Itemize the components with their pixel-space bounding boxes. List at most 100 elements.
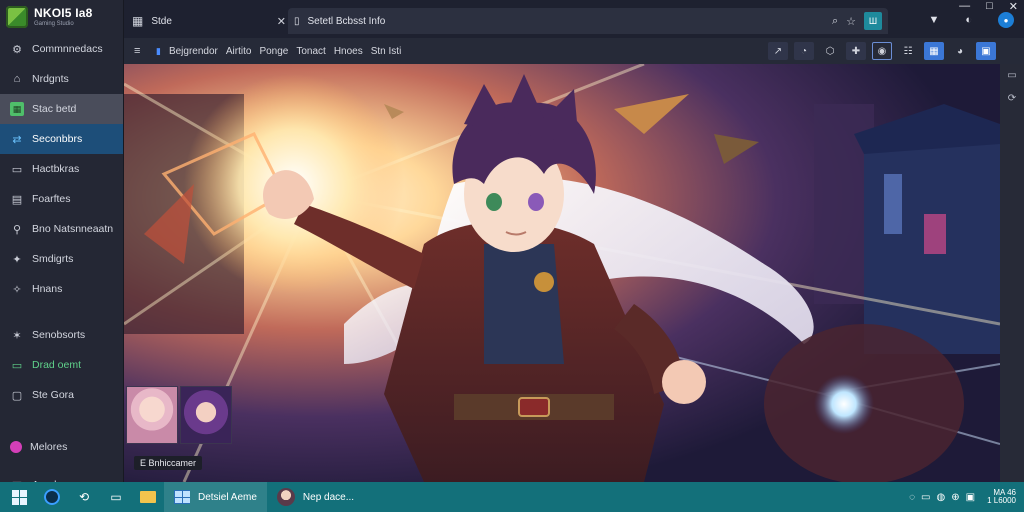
taskbar-app-2[interactable]: ⟲ — [68, 482, 100, 512]
network-icon[interactable]: ◌ — [909, 492, 915, 503]
gear-icon: ⚙ — [12, 43, 22, 56]
monitor-icon: ▭ — [11, 359, 23, 372]
tool-icon: ✦ — [12, 253, 22, 266]
chat-icon: ▭ — [110, 490, 122, 504]
taskbar-app-4[interactable] — [132, 482, 164, 512]
wrench-icon: ✧ — [12, 283, 22, 296]
sidebar-item-label: Foarftes — [32, 193, 71, 205]
tab-1[interactable]: ▦ Stde ✕ — [128, 8, 288, 34]
panel-icon[interactable]: ▣ — [976, 42, 996, 60]
bookmark-item[interactable]: Tonact — [296, 46, 325, 57]
grid-icon: ▦ — [132, 14, 144, 28]
sidebar-toggle-icon[interactable]: ▭ — [1007, 70, 1016, 81]
window-controls: — □ ✕ — [959, 0, 1018, 13]
sidebar-item-9[interactable]: ✶ Senobsorts — [0, 320, 123, 350]
taskbar-window-2[interactable]: Nep dace... — [267, 482, 364, 512]
bookmark-item[interactable]: Ponge — [259, 46, 288, 57]
clock[interactable]: MA 46 1 L6000 — [987, 488, 1016, 506]
thumbnail-2[interactable] — [180, 386, 232, 444]
chart-icon[interactable]: ◕ — [950, 42, 970, 60]
sidebar-item-label: Bno Natsnneaatn — [32, 223, 114, 235]
tile-icon: ▦ — [10, 102, 24, 116]
hexagon-icon[interactable]: ⬡ — [820, 42, 840, 60]
close-icon[interactable]: ✕ — [1009, 0, 1018, 13]
layout-icon[interactable]: ▦ — [924, 42, 944, 60]
sidebar-item-7[interactable]: ✦ Smdigrts — [0, 244, 123, 274]
refresh-icon: ⟲ — [78, 490, 90, 504]
right-strip: ▭ ⟳ — [1000, 64, 1024, 482]
bookmark-item[interactable]: Stn Isti — [371, 46, 402, 57]
download-icon[interactable]: ▼ — [928, 14, 939, 26]
sidebar-item-4[interactable]: ▭ Hactbkras — [0, 154, 123, 184]
brand-title: NKOI5 Ia8 — [34, 6, 93, 20]
link-icon: ⚲ — [12, 223, 22, 236]
app-logo-icon — [6, 6, 28, 28]
sidebar-spacer — [0, 462, 123, 470]
sidebar-item-5[interactable]: ▤ Foarftes — [0, 184, 123, 214]
search-icon[interactable]: ⌕ — [832, 15, 838, 28]
app-window-icon — [174, 490, 190, 504]
taskbar-window-1[interactable]: Detsiel Aeme — [164, 482, 267, 512]
sidebar-item-2[interactable]: ▦ Stac betd — [0, 94, 123, 124]
volume-icon[interactable]: ◍ — [937, 492, 946, 503]
extension-icon[interactable]: Ш — [864, 12, 882, 30]
brand[interactable]: NKOI5 Ia8 Gaming Studio — [0, 0, 123, 34]
refresh-icon[interactable]: ⟳ — [1008, 93, 1016, 104]
sidebar-item-0[interactable]: ⚙ Commnnedacs — [0, 34, 123, 64]
star-icon[interactable]: ☆ — [846, 15, 856, 28]
sidebar-item-8[interactable]: ✧ Hnans — [0, 274, 123, 304]
battery-icon[interactable]: ▣ — [966, 492, 975, 503]
shield-icon[interactable]: ◐ — [965, 14, 972, 26]
plus-icon[interactable]: ✚ — [846, 42, 866, 60]
bookmark-item[interactable]: Bejgrendor — [169, 46, 218, 57]
sidebar-item-6[interactable]: ⚲ Bno Natsnneaatn — [0, 214, 123, 244]
maximize-icon[interactable]: □ — [986, 0, 993, 12]
sidebar-item-1[interactable]: ⌂ Nrdgnts — [0, 64, 123, 94]
bookmarks-toolbar: ≡ ▮ Bejgrendor Airtito Ponge Tonact Hnoe… — [124, 38, 1024, 64]
profile-icon[interactable]: ● — [998, 12, 1014, 28]
sidebar-item-label: Senobsorts — [32, 329, 86, 341]
close-icon[interactable]: ✕ — [277, 15, 286, 28]
sidebar-item-10[interactable]: ▭ Drad oemt — [0, 350, 123, 380]
target-icon[interactable]: ◉ — [872, 42, 892, 60]
taskbar-app-3[interactable]: ▭ — [100, 482, 132, 512]
sidebar-item-label: Hnans — [32, 283, 63, 295]
start-button[interactable] — [2, 482, 36, 512]
thumbnail-1[interactable] — [126, 386, 178, 444]
sidebar-spacer — [0, 410, 123, 432]
brand-subtitle: Gaming Studio — [34, 21, 74, 27]
home-icon: ⌂ — [13, 73, 21, 85]
taskbar-window-label: Detsiel Aeme — [198, 491, 257, 503]
window-icon: ▢ — [11, 389, 23, 402]
display-icon[interactable]: ▭ — [921, 492, 930, 503]
taskbar: ⟲ ▭ Detsiel Aeme Nep dace... ◌ ▭ ◍ ⊕ ▣ M… — [0, 482, 1024, 512]
sidebar-item-11[interactable]: ▢ Ste Gora — [0, 380, 123, 410]
taskbar-window-label: Nep dace... — [302, 491, 355, 503]
sidebar-item-label: Hactbkras — [32, 163, 80, 175]
sidebar-item-12[interactable]: Melores — [0, 432, 123, 462]
menu-icon[interactable]: ≡ — [134, 45, 152, 57]
folder-icon: ▭ — [11, 163, 23, 176]
sidebar-item-label: Seconbbrs — [32, 133, 83, 145]
folder-icon — [140, 491, 156, 503]
sidebar-item-3[interactable]: ⇄ Seconbbrs — [0, 124, 123, 154]
tab-right-icons: ▼ ◐ ● — [928, 12, 1014, 28]
bookmark-item[interactable]: Hnoes — [334, 46, 363, 57]
anime-hero-illustration — [124, 64, 1000, 482]
book-icon: ▤ — [11, 193, 23, 206]
minimize-icon[interactable]: — — [959, 0, 970, 12]
toolbar-icons: ↗ ◔ ⬡ ✚ ◉ ☷ ▦ ◕ ▣ — [768, 42, 996, 60]
bookmark-item[interactable]: Airtito — [226, 46, 252, 57]
sidebar-item-label: Stac betd — [32, 103, 77, 115]
sidebar-item-label: Ste Gora — [32, 389, 75, 401]
share-icon[interactable]: ↗ — [768, 42, 788, 60]
globe-icon[interactable]: ⊕ — [951, 492, 959, 503]
star-icon: ✶ — [12, 329, 22, 342]
info-icon[interactable]: ◔ — [794, 42, 814, 60]
sidebar-item-label: Melores — [30, 441, 68, 453]
taskbar-app-1[interactable] — [36, 482, 68, 512]
sidebar-item-label: Drad oemt — [32, 359, 82, 371]
tab-2[interactable]: ▯ Setetl Bcbsst Info ⌕ ☆ Ш — [288, 8, 888, 34]
list-icon[interactable]: ☷ — [898, 42, 918, 60]
tab-1-label: Stde — [151, 15, 172, 27]
